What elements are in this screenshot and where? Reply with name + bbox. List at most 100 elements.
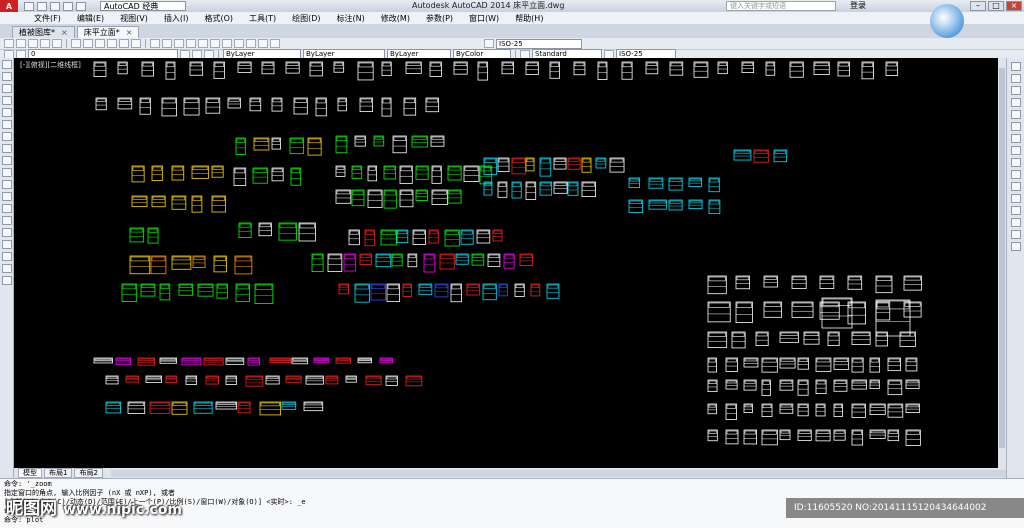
cad-block[interactable] xyxy=(245,375,264,387)
cad-block[interactable] xyxy=(412,229,426,245)
explode-icon[interactable] xyxy=(1010,242,1021,251)
cad-block[interactable] xyxy=(815,429,831,442)
scroll-thumb[interactable] xyxy=(999,68,1005,448)
cad-block[interactable] xyxy=(252,167,269,184)
redo-icon[interactable] xyxy=(76,1,86,11)
cad-block[interactable] xyxy=(869,429,886,439)
cad-block[interactable] xyxy=(431,189,448,205)
cad-block[interactable] xyxy=(851,379,867,390)
new-icon[interactable] xyxy=(4,39,14,48)
vertical-scrollbar[interactable] xyxy=(998,58,1006,468)
cad-block[interactable] xyxy=(725,403,737,420)
cad-block[interactable] xyxy=(708,199,721,215)
cad-block[interactable] xyxy=(213,61,225,79)
menu-help[interactable]: 帮助(H) xyxy=(507,13,551,24)
zoom-previous-icon[interactable] xyxy=(186,39,196,48)
cad-block[interactable] xyxy=(335,165,346,177)
cad-block[interactable] xyxy=(887,379,903,396)
help-icon[interactable] xyxy=(270,39,280,48)
cad-block[interactable] xyxy=(546,283,560,299)
cad-block[interactable] xyxy=(741,61,755,73)
cad-block[interactable] xyxy=(428,229,439,244)
cad-block[interactable] xyxy=(539,181,553,196)
cad-block[interactable] xyxy=(271,97,283,112)
cad-block[interactable] xyxy=(861,61,874,80)
cad-block[interactable] xyxy=(125,375,140,383)
cad-block[interactable] xyxy=(211,165,224,178)
cad-block[interactable] xyxy=(129,227,145,243)
cad-block[interactable] xyxy=(191,165,209,179)
cad-block[interactable] xyxy=(373,135,385,147)
break-icon[interactable] xyxy=(1010,194,1021,203)
pan-icon[interactable] xyxy=(150,39,160,48)
insert-block-icon[interactable] xyxy=(1,192,12,201)
cad-block[interactable] xyxy=(348,229,360,246)
cad-block[interactable] xyxy=(813,61,830,75)
cad-block[interactable] xyxy=(743,403,753,413)
cad-block[interactable] xyxy=(803,331,820,345)
cad-block[interactable] xyxy=(234,255,253,275)
paste-icon[interactable] xyxy=(95,39,105,48)
menu-insert[interactable]: 插入(I) xyxy=(156,13,197,24)
cad-block[interactable] xyxy=(430,135,445,147)
cad-block[interactable] xyxy=(466,283,481,296)
cad-block[interactable] xyxy=(333,61,345,73)
cad-block[interactable] xyxy=(211,195,226,213)
cad-block[interactable] xyxy=(708,177,720,193)
cad-block[interactable] xyxy=(479,165,493,185)
cad-block[interactable] xyxy=(431,165,442,184)
cad-block[interactable] xyxy=(851,429,864,446)
cad-block[interactable] xyxy=(392,135,407,154)
cad-block[interactable] xyxy=(789,61,804,78)
cad-block[interactable] xyxy=(567,157,581,170)
cad-block[interactable] xyxy=(707,379,718,393)
cad-block[interactable] xyxy=(525,61,539,75)
cad-block[interactable] xyxy=(530,283,541,297)
rectangle-icon[interactable] xyxy=(1,108,12,117)
cad-block[interactable] xyxy=(707,429,718,442)
cad-block[interactable] xyxy=(129,255,151,275)
minimize-button[interactable]: – xyxy=(970,1,986,11)
cad-block[interactable] xyxy=(178,283,194,296)
cad-block[interactable] xyxy=(105,401,122,414)
undo-icon[interactable] xyxy=(119,39,129,48)
cad-block[interactable] xyxy=(725,379,738,390)
cad-block[interactable] xyxy=(357,357,372,364)
cad-block[interactable] xyxy=(668,177,683,191)
array-icon[interactable] xyxy=(1010,110,1021,119)
cad-block[interactable] xyxy=(396,229,409,244)
cad-block[interactable] xyxy=(249,97,262,112)
cad-block[interactable] xyxy=(343,253,357,272)
cad-block[interactable] xyxy=(447,165,462,181)
cad-block[interactable] xyxy=(707,357,717,373)
cad-block[interactable] xyxy=(121,283,138,302)
cad-block[interactable] xyxy=(905,379,920,389)
cad-block[interactable] xyxy=(477,61,489,81)
cad-block[interactable] xyxy=(247,357,261,366)
cad-block[interactable] xyxy=(797,429,812,441)
cad-block[interactable] xyxy=(444,229,460,247)
cad-block[interactable] xyxy=(189,61,204,76)
cad-block[interactable] xyxy=(271,137,281,150)
cad-block[interactable] xyxy=(797,357,809,370)
cad-block[interactable] xyxy=(791,301,814,318)
cad-block[interactable] xyxy=(151,165,163,182)
cad-block[interactable] xyxy=(364,229,375,247)
cad-block[interactable] xyxy=(171,195,187,210)
cad-block[interactable] xyxy=(399,189,414,208)
cad-block[interactable] xyxy=(337,97,347,112)
cad-block[interactable] xyxy=(707,331,728,349)
cad-block[interactable] xyxy=(717,61,728,75)
cad-block[interactable] xyxy=(779,357,796,369)
cad-block[interactable] xyxy=(253,137,270,151)
cad-block[interactable] xyxy=(238,222,252,238)
cad-block[interactable] xyxy=(215,401,237,410)
cad-block[interactable] xyxy=(383,189,397,209)
cad-block[interactable] xyxy=(117,97,133,110)
cad-block[interactable] xyxy=(847,275,863,290)
cad-block[interactable] xyxy=(761,357,778,373)
cad-block[interactable] xyxy=(669,61,684,76)
cad-block[interactable] xyxy=(434,283,449,298)
cad-block[interactable] xyxy=(351,165,363,179)
cad-block[interactable] xyxy=(761,403,773,417)
